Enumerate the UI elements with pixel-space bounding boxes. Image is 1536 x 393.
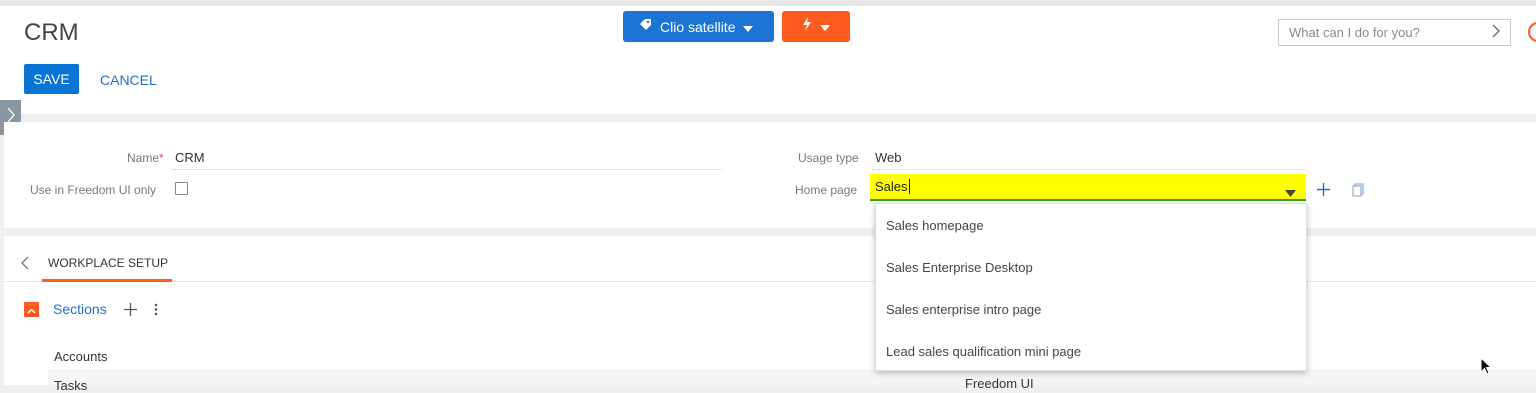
dropdown-option[interactable]: Sales Enterprise Desktop (886, 260, 1033, 275)
section-row-name[interactable]: Accounts (54, 349, 107, 364)
home-page-input[interactable]: Sales (870, 174, 1306, 201)
name-field-label: Name* (127, 151, 164, 165)
usage-type-label: Usage type (798, 151, 859, 165)
name-field-underline (172, 169, 722, 170)
sections-title: Sections (53, 301, 107, 317)
home-page-value: Sales (875, 179, 908, 194)
add-section-icon[interactable] (123, 302, 138, 322)
save-button[interactable]: SAVE (24, 64, 79, 94)
command-search-input[interactable]: What can I do for you? (1278, 19, 1511, 46)
workplace-button-label: Clio satellite (660, 18, 736, 35)
dropdown-option[interactable]: Lead sales qualification mini page (886, 344, 1081, 359)
name-label-text: Name (127, 151, 160, 165)
mouse-cursor-icon (1480, 356, 1493, 380)
active-tab-indicator (42, 279, 172, 282)
section-row-name[interactable]: Tasks (54, 378, 87, 393)
home-page-dropdown: Sales homepage Sales Enterprise Desktop … (875, 203, 1307, 371)
add-icon[interactable] (1316, 182, 1331, 202)
tab-workplace-setup[interactable]: WORKPLACE SETUP (48, 256, 168, 270)
usage-type-value: Web (875, 150, 902, 165)
freedom-ui-checkbox[interactable] (175, 182, 188, 195)
table-row[interactable] (48, 369, 1536, 385)
required-mark: * (159, 151, 164, 165)
search-placeholder: What can I do for you? (1289, 25, 1420, 40)
cancel-button[interactable]: CANCEL (100, 72, 157, 88)
usage-type-underline (872, 169, 1306, 170)
workplace-button[interactable]: Clio satellite (623, 11, 774, 42)
chevron-right-icon[interactable] (1492, 24, 1500, 41)
page-title: CRM (24, 19, 79, 46)
actions-button[interactable] (782, 11, 850, 42)
name-field[interactable]: CRM (175, 150, 205, 165)
home-page-label: Home page (795, 183, 858, 197)
text-caret (908, 179, 910, 194)
chevron-left-icon[interactable] (20, 256, 29, 275)
lightning-icon (802, 17, 812, 36)
chevron-down-icon (820, 18, 830, 36)
chevron-down-icon (743, 19, 754, 35)
more-options-icon[interactable] (154, 303, 158, 321)
chevron-up-icon (27, 301, 36, 319)
section-row-type: Freedom UI (965, 376, 1034, 391)
collapse-sections-button[interactable] (24, 302, 39, 317)
dropdown-arrow-icon[interactable] (1285, 184, 1296, 202)
tag-icon (638, 18, 652, 35)
dropdown-option[interactable]: Sales enterprise intro page (886, 302, 1041, 317)
copy-icon[interactable] (1352, 183, 1364, 202)
freedom-ui-label: Use in Freedom UI only (30, 183, 157, 197)
dropdown-option[interactable]: Sales homepage (886, 218, 984, 233)
